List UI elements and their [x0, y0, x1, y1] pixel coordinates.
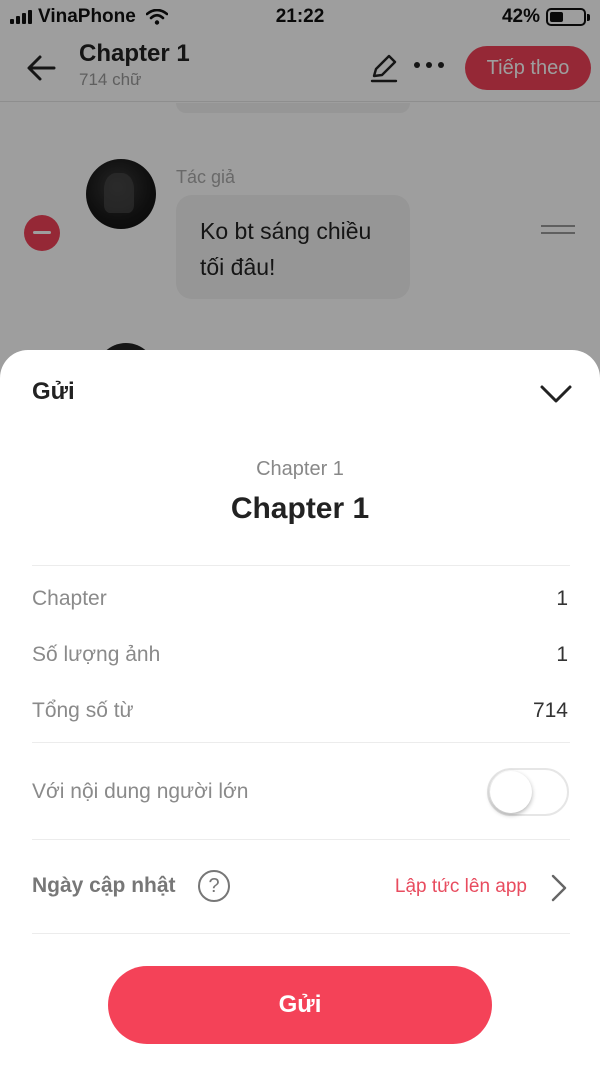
send-button[interactable]: Gửi	[108, 966, 492, 1044]
info-value: 1	[556, 587, 568, 610]
toggle-knob	[490, 771, 532, 813]
info-label: Chapter	[32, 587, 107, 610]
info-row-word-count: Tổng số từ 714	[32, 699, 568, 729]
divider	[32, 565, 570, 566]
sheet-title: Gửi	[32, 378, 75, 405]
chapter-caption: Chapter 1	[256, 458, 344, 480]
info-value: 714	[532, 699, 568, 722]
divider	[32, 933, 570, 934]
chevron-down-icon[interactable]	[536, 376, 576, 412]
info-row-image-count: Số lượng ảnh 1	[32, 643, 568, 673]
send-sheet: Gửi Chapter 1 Chapter 1 Chapter 1 Số lượ…	[0, 350, 600, 1067]
update-date-label: Ngày cập nhật	[32, 874, 176, 897]
adult-content-label: Với nội dung người lớn	[32, 780, 249, 803]
update-date-value[interactable]: Lập tức lên app	[395, 876, 527, 898]
chapter-heading: Chapter 1	[230, 492, 370, 525]
divider	[32, 839, 570, 840]
divider	[32, 742, 570, 743]
info-value: 1	[556, 643, 568, 666]
info-row-chapter: Chapter 1	[32, 587, 568, 617]
adult-content-toggle[interactable]	[487, 768, 569, 816]
info-label: Số lượng ảnh	[32, 643, 161, 666]
info-label: Tổng số từ	[32, 699, 134, 722]
help-icon[interactable]: ?	[198, 870, 230, 902]
chevron-right-icon[interactable]	[549, 872, 569, 904]
